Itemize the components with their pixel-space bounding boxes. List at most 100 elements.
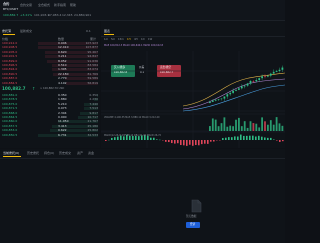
candle-body — [249, 80, 252, 84]
macd-bar — [156, 139, 158, 140]
macd-bar — [261, 136, 263, 140]
tab-active-indicator — [3, 34, 15, 35]
volume-bar — [217, 126, 220, 131]
tab-assets[interactable]: 资产 — [77, 152, 83, 155]
macd-bar — [189, 140, 191, 145]
candle-body — [255, 79, 258, 82]
macd-bar — [183, 140, 185, 146]
bid-row[interactable]: 100,860.0 11.050 21.767 — [2, 120, 98, 123]
volume-bar — [278, 123, 281, 131]
ask-row[interactable]: 100,908.5 12.410 107.877 — [2, 46, 98, 49]
logo[interactable]: 合约 — [3, 2, 9, 6]
candle-body — [261, 76, 263, 79]
candle-body — [269, 73, 272, 76]
ticker-volume: 12,345 — [62, 13, 73, 17]
tab-recent-trades[interactable]: 最新成交 — [20, 30, 32, 33]
ticker-change: +3.21% — [20, 13, 33, 17]
tab-trade-history[interactable]: 历史成交 — [59, 152, 71, 155]
macd-bar — [186, 140, 188, 146]
nav-item-guide[interactable]: 新手指南 — [54, 4, 66, 7]
tab-open-orders[interactable]: 当前委托(0) — [3, 152, 19, 155]
ticker-price: 100,882.7 — [3, 13, 19, 17]
ask-row[interactable]: 100,901.5 3.211 94.847 — [2, 55, 98, 58]
macd-bar — [201, 140, 203, 145]
macd-bar — [150, 137, 152, 140]
interval-1w[interactable]: 1W — [148, 38, 152, 42]
bid-row[interactable]: 100,878.5 1.880 2.230 — [2, 98, 98, 101]
interval-4h[interactable]: 4H — [134, 38, 138, 42]
ask-price: 100,901.5 — [2, 54, 18, 59]
ask-price: 100,908.5 — [2, 45, 18, 50]
macd-bar — [174, 140, 176, 144]
nav-item-help[interactable]: 帮助 — [70, 4, 76, 7]
login-button[interactable]: 登录 — [186, 222, 200, 228]
macd-bar — [255, 136, 257, 140]
candle-body — [264, 76, 266, 77]
interval-15m[interactable]: 15m — [118, 38, 124, 42]
macd-bar — [279, 140, 281, 142]
ask-total: 107.877 — [85, 45, 98, 50]
interval-1d[interactable]: 1D — [141, 38, 145, 42]
ticker-low: 97,983.4 — [48, 13, 62, 17]
macd-bar — [228, 137, 230, 140]
macd-bar — [111, 137, 113, 140]
macd-bar — [210, 140, 212, 142]
candle-body — [258, 78, 261, 80]
bid-row[interactable]: 100,871.5 0.073 7.513 — [2, 107, 98, 110]
macd-bar — [246, 135, 248, 140]
candle-body — [275, 71, 278, 72]
tab-order-book[interactable]: 委托薄 — [2, 30, 11, 33]
macd-bar — [180, 140, 182, 146]
bid-total: 21.767 — [87, 119, 99, 124]
precision-select[interactable]: 0.1 — [86, 30, 91, 33]
volume-bar — [220, 123, 223, 131]
volume-bar — [209, 126, 211, 131]
macd-bar — [243, 135, 245, 140]
tab-funds[interactable]: 资金 — [88, 152, 94, 155]
macd-bar — [207, 140, 209, 144]
interval-5m[interactable]: 5m — [111, 38, 115, 42]
tab-order-history[interactable]: 历史委托 — [27, 152, 39, 155]
pair-name[interactable]: BTC/USDT — [3, 8, 18, 11]
volume-bar — [211, 118, 214, 131]
macd-bar — [204, 140, 206, 144]
macd-legend: MACD(12,26,9) DIF 88.12 DEA 61.40 MACD 2… — [104, 134, 161, 137]
macd-bar — [153, 137, 155, 140]
bid-row[interactable]: 100,850.5 6.731 32.533 — [2, 132, 99, 137]
volume-bar — [258, 127, 261, 131]
volume-bar — [255, 123, 258, 131]
bid-total: 32.533 — [87, 132, 99, 137]
bid-total: 2.230 — [89, 97, 98, 102]
order-book-panel: 委托薄 最新成交 0.1 价格 数量 累计 100,912.0 0.046 107.… — [0, 21, 100, 148]
macd-bar — [192, 140, 194, 146]
candle-body — [238, 88, 240, 90]
volume-bar — [238, 117, 240, 131]
tab-chart[interactable]: 图表 — [104, 30, 110, 33]
candle-body — [211, 100, 214, 102]
volume-bar — [267, 124, 269, 131]
macd-bar — [195, 140, 197, 145]
ma30-line — [182, 84, 285, 112]
ask-row[interactable]: 100,894.0 1.305 83.074 — [2, 68, 98, 71]
candle-body — [267, 75, 269, 77]
macd-bar — [276, 140, 278, 141]
ma10-line — [182, 78, 285, 110]
ask-price: 100,894.0 — [2, 67, 18, 72]
mid-price-usd: ≈ 100,882.70 USD — [40, 87, 65, 90]
nav-item-trade[interactable]: 合约交易 — [20, 4, 32, 7]
ask-row[interactable]: 100,887.0 2.770 59.589 — [2, 77, 98, 80]
macd-bar — [198, 140, 200, 146]
macd-bar — [258, 135, 260, 140]
bid-row[interactable]: 100,853.0 0.622 25.802 — [2, 129, 98, 132]
ask-price: 100,884.5 — [2, 80, 18, 85]
nav-item-mode[interactable]: 全仓模式 — [38, 4, 50, 7]
ticker-high: 101,903.1 — [34, 13, 50, 17]
tab-positions[interactable]: 持仓(0) — [44, 152, 54, 155]
ask-row[interactable]: 100,884.5 4.102 56.819 — [2, 80, 98, 85]
interval-1m[interactable]: 1m — [104, 38, 108, 42]
interval-1h[interactable]: 1H — [127, 38, 131, 42]
candle-body — [240, 86, 243, 89]
bid-price: 100,860.0 — [2, 119, 18, 124]
ask-price: 100,887.0 — [2, 76, 18, 81]
macd-bar — [249, 135, 251, 140]
